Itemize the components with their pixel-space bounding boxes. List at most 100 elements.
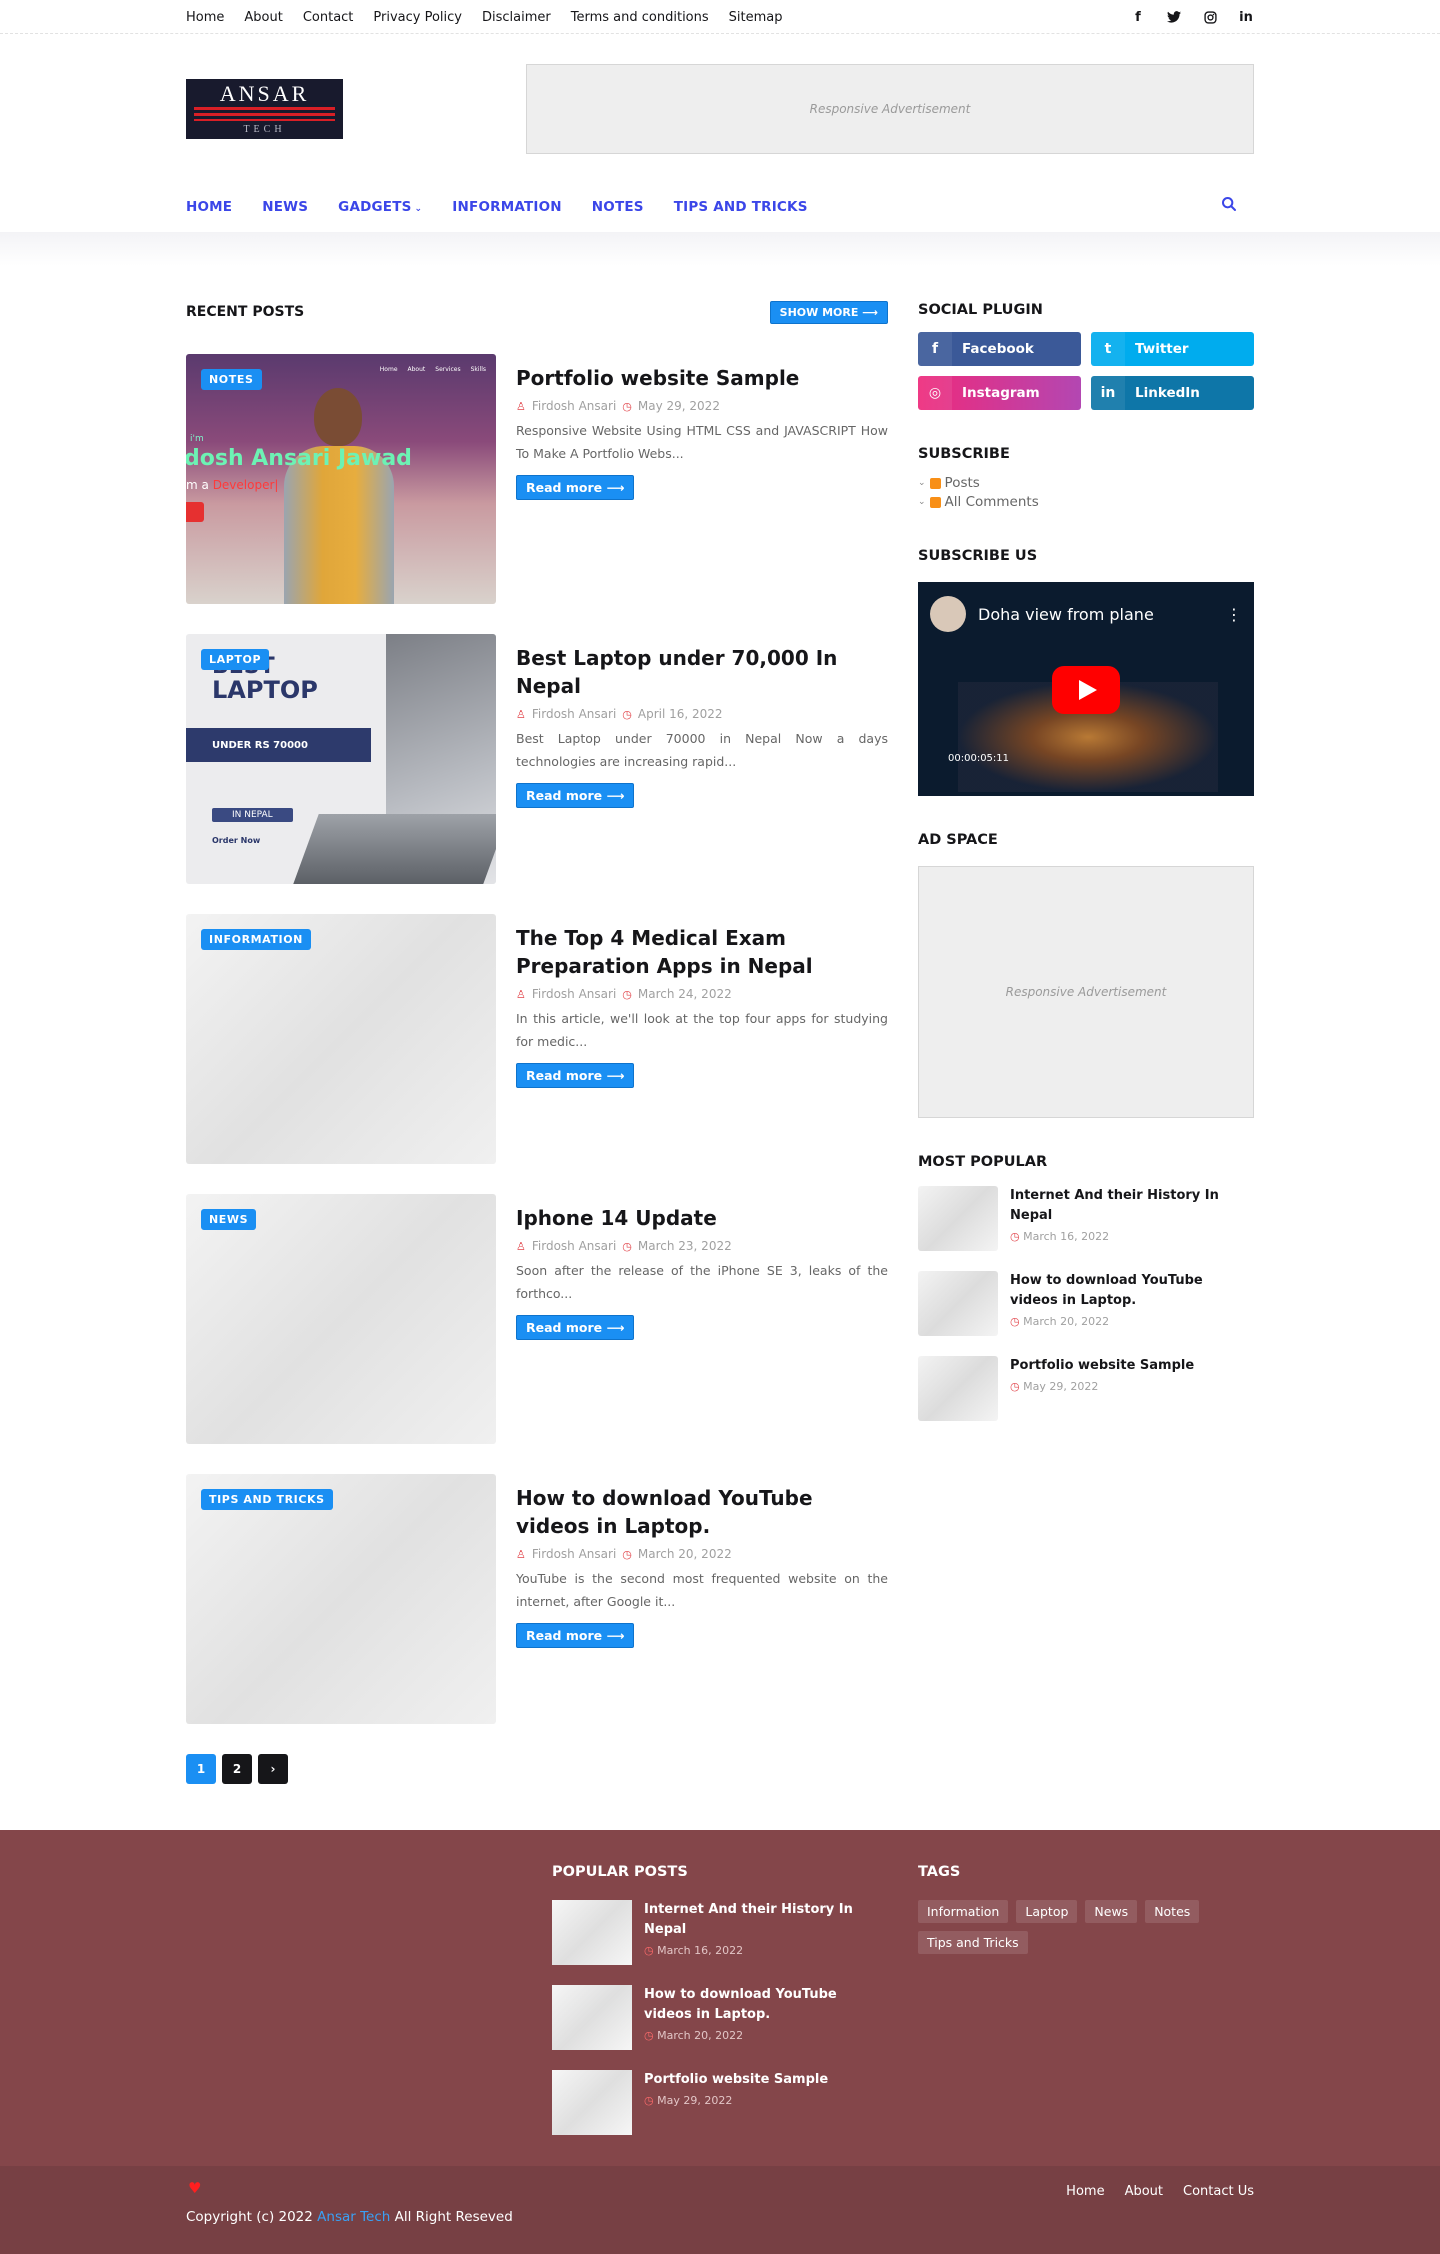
tag-information[interactable]: Information <box>918 1900 1009 1923</box>
video-title[interactable]: Doha view from plane <box>978 605 1154 624</box>
clock-icon: ◷ <box>622 987 632 1001</box>
nav-gadgets[interactable]: GADGETS ⌄ <box>338 199 422 215</box>
post-label[interactable]: LAPTOP <box>201 649 270 670</box>
show-more-button[interactable]: SHOW MORE ⟶ <box>769 300 888 324</box>
page-1-button[interactable]: 1 <box>186 1754 216 1784</box>
post-snippet: YouTube is the second most frequented we… <box>516 1571 888 1609</box>
linkedin-icon[interactable]: in <box>1238 9 1254 25</box>
post-title[interactable]: The Top 4 Medical Exam Preparation Apps … <box>516 924 888 980</box>
popular-title[interactable]: How to download YouTube videos in Laptop… <box>1010 1271 1254 1311</box>
read-more-button[interactable]: Read more ⟶ <box>516 1623 635 1648</box>
post-title[interactable]: Portfolio website Sample <box>516 364 888 392</box>
chevron-down-icon: ⌄ <box>918 497 926 507</box>
footer-popular-date: March 20, 2022 <box>657 2029 744 2042</box>
footer-popular-post-title[interactable]: Portfolio website Sample <box>644 2070 828 2090</box>
thumb-menu-item: About <box>407 366 426 373</box>
read-more-button[interactable]: Read more ⟶ <box>516 475 635 500</box>
twitter-button[interactable]: t Twitter <box>1091 332 1254 366</box>
footer-popular-thumbnail[interactable] <box>552 1985 632 2050</box>
logo-text: ANSAR <box>219 81 310 106</box>
footer-menu-about[interactable]: About <box>1125 2184 1163 2199</box>
header-advertisement[interactable]: Responsive Advertisement <box>526 64 1254 154</box>
tag-news[interactable]: News <box>1085 1900 1138 1923</box>
nav-tips-and-tricks[interactable]: TIPS AND TRICKS <box>674 199 808 215</box>
video-embed[interactable]: Doha view from plane ⋮ 00:00:05:11 <box>918 582 1254 796</box>
footer-popular-post-title[interactable]: How to download YouTube videos in Laptop… <box>644 1985 888 2025</box>
popular-thumbnail[interactable] <box>918 1356 998 1421</box>
post-label[interactable]: INFORMATION <box>201 929 311 950</box>
read-more-button[interactable]: Read more ⟶ <box>516 783 635 808</box>
popular-item[interactable]: How to download YouTube videos in Laptop… <box>918 1271 1254 1336</box>
nav-information[interactable]: INFORMATION <box>452 199 561 215</box>
popular-item[interactable]: Portfolio website Sample ◷ May 29, 2022 <box>918 1356 1254 1421</box>
nav-notes[interactable]: NOTES <box>592 199 644 215</box>
next-page-button[interactable]: › <box>258 1754 288 1784</box>
post-item: BEST LAPTOP UNDER RS 70000 IN NEPAL Orde… <box>186 634 888 884</box>
linkedin-button[interactable]: in LinkedIn <box>1091 376 1254 410</box>
subscribe-comments[interactable]: ⌄ All Comments <box>918 493 1254 512</box>
post-thumbnail[interactable]: Home About Services Skills i'm dosh Ansa… <box>186 354 496 604</box>
copyright-suffix: All Right Reseved <box>394 2209 513 2225</box>
site-header: ANSAR TECH Responsive Advertisement HOME… <box>0 34 1440 232</box>
more-options-icon[interactable]: ⋮ <box>1226 605 1242 624</box>
copyright: Copyright (c) 2022 Ansar Tech All Right … <box>186 2209 513 2225</box>
top-menu-contact[interactable]: Contact <box>303 10 354 25</box>
nav-home[interactable]: HOME <box>186 199 232 215</box>
nav-news[interactable]: NEWS <box>262 199 308 215</box>
top-menu-home[interactable]: Home <box>186 10 224 25</box>
popular-thumbnail[interactable] <box>918 1271 998 1336</box>
popular-title[interactable]: Portfolio website Sample <box>1010 1356 1194 1376</box>
tag-tips-and-tricks[interactable]: Tips and Tricks <box>918 1931 1028 1954</box>
footer-popular-post-title[interactable]: Internet And their History In Nepal <box>644 1900 888 1940</box>
footer-popular-item[interactable]: Internet And their History In Nepal ◷ Ma… <box>552 1900 888 1965</box>
facebook-button[interactable]: f Facebook <box>918 332 1081 366</box>
top-menu-about[interactable]: About <box>244 10 282 25</box>
post-label[interactable]: NOTES <box>201 369 262 390</box>
popular-item[interactable]: Internet And their History In Nepal ◷ Ma… <box>918 1186 1254 1251</box>
post-date: May 29, 2022 <box>637 399 720 413</box>
post-thumbnail[interactable]: BEST LAPTOP UNDER RS 70000 IN NEPAL Orde… <box>186 634 496 884</box>
copyright-brand-link[interactable]: Ansar Tech <box>317 2209 390 2225</box>
thumb-person-head <box>314 388 362 446</box>
tag-laptop[interactable]: Laptop <box>1016 1900 1078 1923</box>
popular-thumbnail[interactable] <box>918 1186 998 1251</box>
user-icon: ♙ <box>516 707 526 721</box>
subscribe-posts[interactable]: ⌄ Posts <box>918 474 1254 493</box>
post-meta: ♙ Firdosh Ansari ◷ April 16, 2022 <box>516 707 888 721</box>
footer-popular-thumbnail[interactable] <box>552 1900 632 1965</box>
footer-popular-thumbnail[interactable] <box>552 2070 632 2135</box>
read-more-button[interactable]: Read more ⟶ <box>516 1315 635 1340</box>
top-menu-disclaimer[interactable]: Disclaimer <box>482 10 551 25</box>
popular-title[interactable]: Internet And their History In Nepal <box>1010 1186 1254 1226</box>
footer-popular-item[interactable]: How to download YouTube videos in Laptop… <box>552 1985 888 2050</box>
facebook-icon[interactable]: f <box>1130 9 1146 25</box>
post-title[interactable]: Best Laptop under 70,000 In Nepal <box>516 644 888 700</box>
site-logo[interactable]: ANSAR TECH <box>186 79 343 139</box>
post-title[interactable]: How to download YouTube videos in Laptop… <box>516 1484 888 1540</box>
page-2-button[interactable]: 2 <box>222 1754 252 1784</box>
top-menu-sitemap[interactable]: Sitemap <box>729 10 783 25</box>
footer-menu-contact[interactable]: Contact Us <box>1183 2184 1254 2199</box>
post-label[interactable]: NEWS <box>201 1209 257 1230</box>
top-menu-privacy[interactable]: Privacy Policy <box>373 10 462 25</box>
post-title[interactable]: Iphone 14 Update <box>516 1204 888 1232</box>
sidebar-advertisement[interactable]: Responsive Advertisement <box>918 866 1254 1118</box>
read-more-button[interactable]: Read more ⟶ <box>516 1063 635 1088</box>
instagram-button[interactable]: ◎ Instagram <box>918 376 1081 410</box>
channel-avatar[interactable] <box>930 596 966 632</box>
search-icon[interactable] <box>1221 196 1239 214</box>
instagram-icon[interactable] <box>1202 9 1218 25</box>
post-thumbnail[interactable]: INFORMATION <box>186 914 496 1164</box>
play-button-icon[interactable] <box>1052 666 1120 714</box>
footer-menu-home[interactable]: Home <box>1066 2184 1104 2199</box>
tag-notes[interactable]: Notes <box>1145 1900 1200 1923</box>
post-info: Best Laptop under 70,000 In Nepal ♙ Firdo… <box>516 644 888 808</box>
post-thumbnail[interactable]: TIPS AND TRICKS <box>186 1474 496 1724</box>
top-menu-terms[interactable]: Terms and conditions <box>571 10 709 25</box>
twitter-icon[interactable] <box>1166 9 1182 25</box>
footer-popular-item[interactable]: Portfolio website Sample ◷ May 29, 2022 <box>552 2070 888 2135</box>
post-thumbnail[interactable]: NEWS <box>186 1194 496 1444</box>
post-label[interactable]: TIPS AND TRICKS <box>201 1489 333 1510</box>
post-item: INFORMATION The Top 4 Medical Exam Prepa… <box>186 914 888 1164</box>
ad-space-title: AD SPACE <box>918 832 998 848</box>
